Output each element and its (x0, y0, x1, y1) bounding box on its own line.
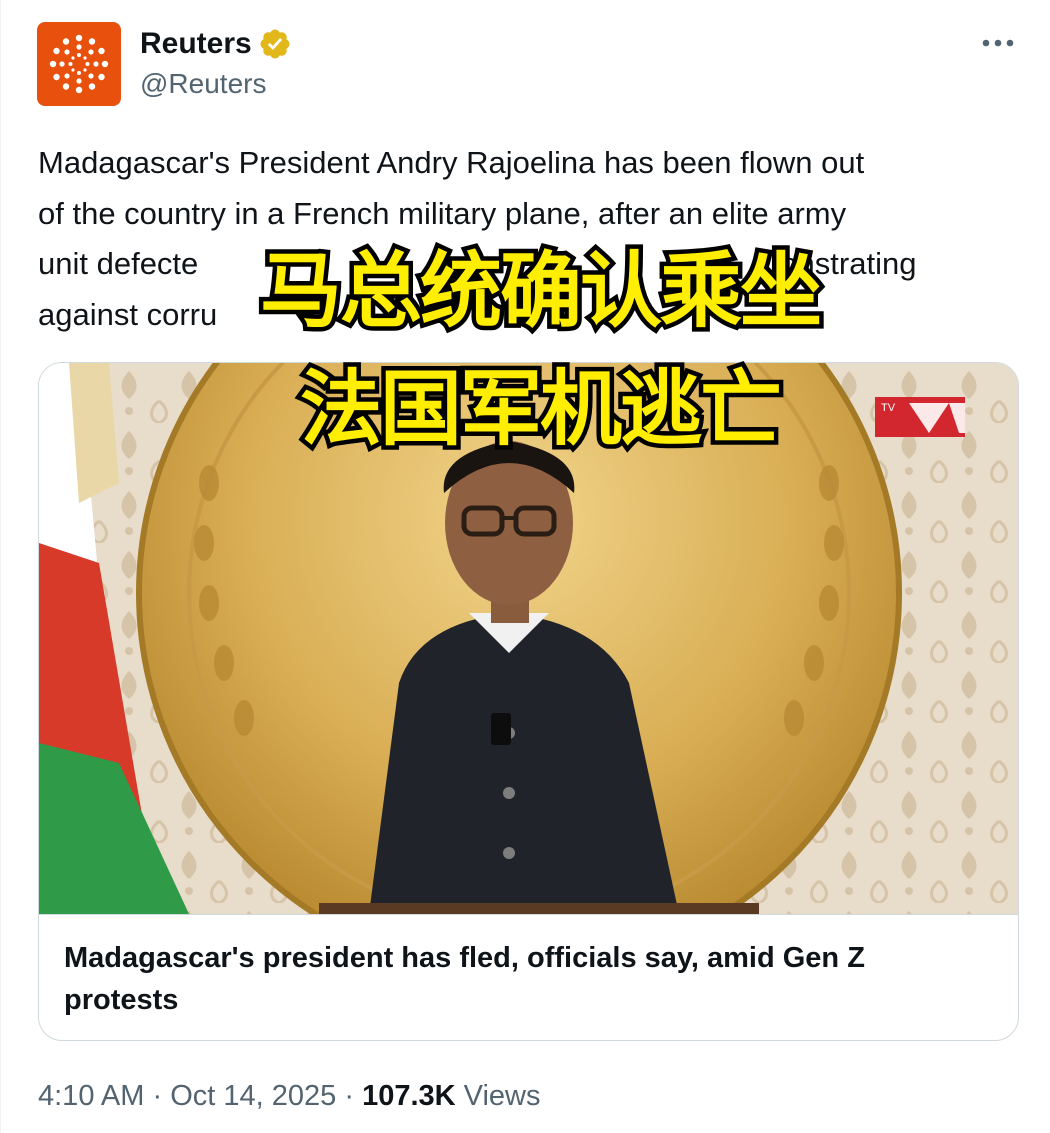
tweet-date[interactable]: Oct 14, 2025 (170, 1080, 336, 1112)
verified-badge-icon (260, 29, 290, 59)
views-count[interactable]: 107.3K (362, 1080, 456, 1112)
ellipsis-icon (982, 39, 1014, 47)
page-left-border (0, 0, 1, 1133)
author-display-name[interactable]: Reuters (140, 27, 252, 61)
views-label: Views (463, 1080, 541, 1112)
overlay-caption-line-1: 马总统确认乘坐 (255, 240, 826, 344)
tweet-text-fragment: unit defecte (38, 246, 199, 281)
reuters-avatar[interactable] (37, 22, 121, 106)
tweet-text-line: Madagascar's President Andry Rajoelina h… (38, 145, 865, 180)
tweet-metadata: 4:10 AM · Oct 14, 2025 · 107.3K Views (38, 1080, 540, 1113)
tweet-time[interactable]: 4:10 AM (38, 1080, 144, 1112)
meta-separator: · (344, 1080, 354, 1112)
tweet-text-line: of the country in a French military plan… (38, 195, 847, 231)
more-options-button[interactable] (978, 28, 1018, 58)
author-name-row[interactable]: Reuters (140, 24, 292, 64)
card-divider (39, 914, 1018, 915)
link-preview-card[interactable]: TV Madagascar's president has fled, offi… (38, 362, 1019, 1041)
card-headline[interactable]: Madagascar's president has fled, officia… (64, 937, 984, 1021)
reuters-logo-icon (49, 34, 109, 94)
author-handle[interactable]: @Reuters (140, 68, 266, 100)
meta-separator: · (152, 1080, 163, 1112)
overlay-caption-line-2: 法国军机逃亡 (295, 358, 786, 462)
